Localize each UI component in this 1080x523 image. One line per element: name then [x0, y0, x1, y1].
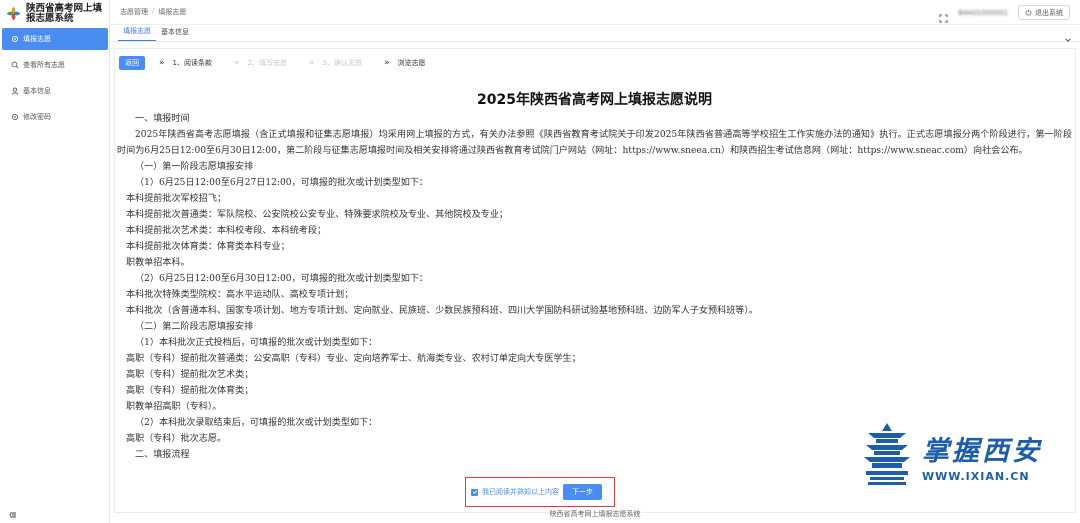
doc-paragraph: 职教单招本科。	[126, 258, 190, 268]
step-confirm-volunteer: » 3、确认志愿	[309, 58, 362, 68]
doc-paragraph: 本科提前批次艺术类：本科校考段、本科统考段；	[126, 226, 327, 236]
confirm-area: 我已阅读并熟知以上内容 下一步	[465, 477, 615, 507]
app-root: 陕西省高考网上填 报志愿系统 填报志愿 查看所有志愿 基本信息 修改密码 志愿管…	[0, 0, 1080, 523]
chevron-down-icon[interactable]	[1064, 29, 1072, 42]
next-step-button[interactable]: 下一步	[563, 484, 602, 500]
sidebar-item-label: 基本信息	[23, 87, 51, 95]
sidebar-item-label: 填报志愿	[23, 35, 51, 43]
breadcrumb-item[interactable]: 志愿管理	[120, 7, 148, 17]
sidebar-item-fill-volunteer[interactable]: 填报志愿	[2, 28, 108, 50]
breadcrumb-separator: /	[152, 7, 155, 15]
doc-paragraph: 职教单招高职（专科）。	[126, 402, 222, 412]
footer-text: 陕西省高考网上填报志愿系统	[549, 510, 641, 518]
step-bar: 返回 » 1、阅读条款 » 2、填写志愿 » 3、确认志愿 » 浏览志愿	[115, 49, 1075, 77]
back-button[interactable]: 返回	[119, 56, 145, 70]
tab-fill-volunteer[interactable]: 填报志愿	[118, 26, 156, 41]
doc-paragraph: 本科提前批次体育类：体育类本科专业；	[126, 242, 290, 252]
step-label: 1、阅读条款	[172, 59, 212, 67]
double-chevron-icon: »	[383, 58, 390, 68]
tab-bar: 填报志愿 基本信息	[110, 25, 1080, 42]
header-actions: B4A01000001 退出系统	[939, 5, 1070, 23]
sidebar: 陕西省高考网上填 报志愿系统 填报志愿 查看所有志愿 基本信息 修改密码	[0, 0, 110, 523]
doc-paragraph: 高职（专科）提前批次体育类；	[126, 386, 254, 396]
check-icon	[472, 490, 477, 494]
doc-paragraph: （1）6月25日12:00至6月27日12:00，可填报的批次或计划类型如下：	[135, 178, 428, 188]
sidebar-item-change-password[interactable]: 修改密码	[0, 106, 109, 128]
double-chevron-icon: »	[159, 58, 165, 68]
logout-button[interactable]: 退出系统	[1018, 5, 1070, 20]
double-chevron-icon: »	[308, 58, 315, 68]
read-confirm-label[interactable]: 我已阅读并熟知以上内容	[482, 487, 559, 497]
step-browse-volunteer[interactable]: » 浏览志愿	[384, 58, 426, 68]
watermark-url: WWW.IXIAN.CN	[922, 470, 1030, 483]
step-read-terms: » 1、阅读条款	[159, 58, 212, 68]
breadcrumb: 志愿管理 / 填报志愿	[120, 7, 186, 17]
step-label: 浏览志愿	[397, 59, 426, 67]
sidebar-item-label: 查看所有志愿	[23, 61, 65, 69]
logo-icon	[5, 5, 22, 22]
fullscreen-icon[interactable]	[939, 8, 948, 23]
sidebar-menu: 填报志愿 查看所有志愿 基本信息 修改密码	[0, 28, 109, 128]
breadcrumb-current: 填报志愿	[158, 8, 187, 16]
double-chevron-icon: »	[233, 58, 240, 68]
document-title: 2025年陕西省高考网上填报志愿说明	[477, 92, 712, 108]
sidebar-item-view-all[interactable]: 查看所有志愿	[0, 54, 109, 76]
user-id: B4A01000001	[958, 8, 1008, 17]
doc-paragraph: 本科提前批次军校招飞；	[126, 194, 227, 204]
app-title-line2: 报志愿系统	[26, 12, 74, 24]
search-icon	[10, 61, 19, 70]
step-fill-volunteer: » 2、填写志愿	[234, 58, 287, 68]
gear-icon	[10, 35, 19, 44]
doc-heading: 一、填报时间	[135, 114, 190, 124]
app-title-line1: 陕西省高考网上填	[26, 2, 103, 14]
doc-paragraph: 2025年陕西省高考志愿填报（含正式填报和征集志愿填报）均采用网上填报的方式，有…	[117, 130, 1072, 156]
doc-paragraph: 本科提前批次普通类：军队院校、公安院校公安专业、特殊要求院校及专业、其他院校及专…	[126, 210, 508, 220]
doc-paragraph: 高职（专科）提前批次艺术类；	[126, 370, 254, 380]
sidebar-item-basic-info[interactable]: 基本信息	[0, 80, 109, 102]
user-icon	[10, 87, 19, 96]
doc-paragraph: 本科批次（含普通本科、国家专项计划、地方专项计划、定向就业、民族班、少数民族预科…	[126, 306, 759, 316]
watermark: 掌握西安 WWW.IXIAN.CN	[862, 420, 1062, 492]
gear-icon	[10, 113, 19, 122]
step-label: 2、填写志愿	[247, 59, 287, 67]
instructions-document[interactable]: 2025年陕西省高考网上填报志愿说明 一、填报时间 2025年陕西省高考志愿填报…	[117, 89, 1072, 471]
logout-icon	[1025, 9, 1032, 16]
read-confirm-checkbox[interactable]	[471, 488, 478, 496]
doc-subheading: （二）第二阶段志愿填报安排	[135, 322, 254, 332]
doc-paragraph: 本科批次特殊类型院校：高水平运动队、高校专项计划；	[126, 290, 354, 300]
doc-paragraph: （2）6月25日12:00至6月30日12:00，可填报的批次或计划类型如下：	[135, 274, 428, 284]
step-label: 3、确认志愿	[322, 59, 362, 67]
app-logo: 陕西省高考网上填 报志愿系统	[0, 0, 109, 27]
watermark-title: 掌握西安	[922, 436, 1042, 467]
pagoda-logo-icon	[862, 421, 912, 491]
doc-paragraph: 高职（专科）提前批次普通类：公安高职（专科）专业、定向培养军士、航海类专业、农村…	[126, 354, 581, 364]
tab-basic-info[interactable]: 基本信息	[156, 27, 194, 41]
doc-subheading: （一）第一阶段志愿填报安排	[135, 162, 254, 172]
collapse-sidebar-icon[interactable]	[8, 505, 18, 518]
top-header: 志愿管理 / 填报志愿 B4A01000001 退出系统	[110, 0, 1080, 25]
logout-label: 退出系统	[1035, 8, 1063, 17]
sidebar-item-label: 修改密码	[23, 113, 51, 121]
doc-paragraph: （1）本科批次正式投档后，可填报的批次或计划类型如下：	[135, 338, 378, 348]
